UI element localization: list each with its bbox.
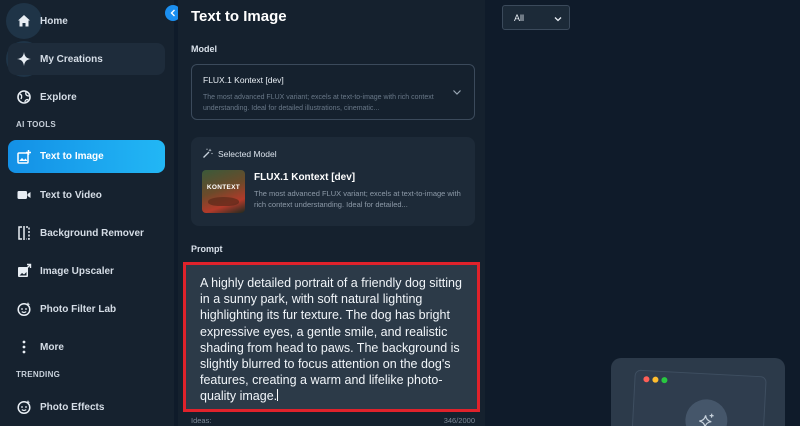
sidebar-item-photo-effects[interactable]: Photo Effects [8,391,165,423]
sidebar-item-label: Image Upscaler [40,265,114,277]
model-thumbnail-figure [208,197,239,206]
page-title: Text to Image [191,8,287,25]
chevron-left-icon [170,9,175,17]
window-dot-yellow [652,376,659,383]
sidebar-item-home[interactable]: Home [8,5,165,37]
sidebar-item-text-to-video[interactable]: Text to Video [8,179,165,211]
filter-select-value: All [514,13,525,23]
sparkle-add-icon [684,398,729,426]
chevron-down-icon [453,90,461,95]
magic-wand-icon [203,148,213,158]
model-thumbnail-text: KONTEXT [206,184,241,191]
model-thumbnail: KONTEXT [202,170,245,213]
home-icon [8,5,40,37]
selected-model-header-label: Selected Model [218,148,277,159]
sidebar-item-label: More [40,341,64,353]
ideas-label: Ideas: [191,416,212,425]
sidebar-item-photo-filter-lab[interactable]: Photo Filter Lab [8,293,165,325]
preview-window-illustration [631,369,767,426]
video-icon [8,179,40,211]
sidebar-item-more[interactable]: More [8,331,165,363]
character-counter: 346/2000 [443,416,475,425]
sidebar-item-my-creations[interactable]: My Creations [8,43,165,75]
prompt-textarea[interactable]: A highly detailed portrait of a friendly… [183,262,480,412]
text-caret [277,389,279,402]
sidebar-item-text-to-image[interactable]: Text to Image [8,140,165,173]
image-add-icon [8,141,40,173]
sidebar-item-label: Photo Effects [40,401,105,413]
model-select-description: The most advanced FLUX variant; excels a… [203,94,434,112]
sidebar-item-label: Text to Image [40,151,104,162]
sidebar: Home My Creations Explore AI TOOLS Text … [0,0,174,426]
more-vertical-icon [8,331,40,363]
model-label: Model [191,44,217,54]
generator-panel: Text to Image Model FLUX.1 Kontext [dev]… [178,0,485,426]
chevron-down-icon [554,17,562,22]
section-title-trending: TRENDING [16,370,61,379]
effects-face-icon [8,391,40,423]
prompt-text: A highly detailed portrait of a friendly… [200,276,462,404]
image-upscale-icon [8,255,40,287]
bg-remover-icon [8,217,40,249]
section-title-ai-tools: AI TOOLS [16,120,57,129]
selected-model-card: Selected Model KONTEXT FLUX.1 Kontext [d… [191,137,475,226]
sidebar-item-label: Photo Filter Lab [40,303,117,315]
window-dot-green [661,376,668,384]
sparkle-icon [8,43,40,75]
window-dot-red [643,376,650,383]
model-select[interactable]: FLUX.1 Kontext [dev] The most advanced F… [191,64,475,120]
globe-icon [8,81,40,113]
filter-select[interactable]: All [502,5,570,30]
sidebar-item-label: Explore [40,91,77,103]
sidebar-item-label: My Creations [40,53,103,65]
empty-preview-card [611,358,785,426]
sidebar-item-label: Home [40,15,68,27]
selected-model-name: FLUX.1 Kontext [dev] [254,172,356,183]
sidebar-item-image-upscaler[interactable]: Image Upscaler [8,255,165,287]
model-select-value: FLUX.1 Kontext [dev] [203,75,284,85]
filter-face-icon [8,293,40,325]
selected-model-header: Selected Model [202,148,277,159]
sidebar-item-explore[interactable]: Explore [8,81,165,113]
sidebar-item-label: Background Remover [40,227,144,239]
sidebar-item-background-remover[interactable]: Background Remover [8,217,165,249]
selected-model-description: The most advanced FLUX variant; excels a… [254,189,461,209]
sidebar-item-label: Text to Video [40,189,102,201]
prompt-label: Prompt [191,244,223,254]
